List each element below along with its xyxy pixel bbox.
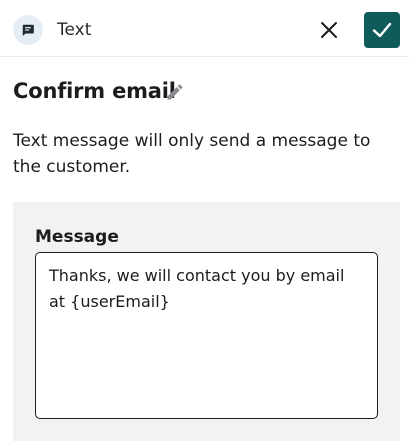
header-bar: Text <box>0 0 409 57</box>
close-button[interactable] <box>316 17 342 43</box>
page-title: Confirm email <box>13 79 176 103</box>
step-type-label: Text <box>57 20 92 40</box>
message-bubble-icon <box>13 15 43 45</box>
message-panel: Message Thanks, we will contact you by e… <box>13 202 400 441</box>
confirm-button[interactable] <box>364 12 400 48</box>
checkmark-icon <box>372 22 392 38</box>
edit-title-button[interactable] <box>164 81 186 103</box>
message-textarea[interactable]: Thanks, we will contact you by email at … <box>35 252 378 419</box>
step-description: Text message will only send a message to… <box>13 131 371 177</box>
pencil-icon <box>167 84 183 100</box>
message-label: Message <box>35 227 119 247</box>
close-icon <box>321 22 337 38</box>
